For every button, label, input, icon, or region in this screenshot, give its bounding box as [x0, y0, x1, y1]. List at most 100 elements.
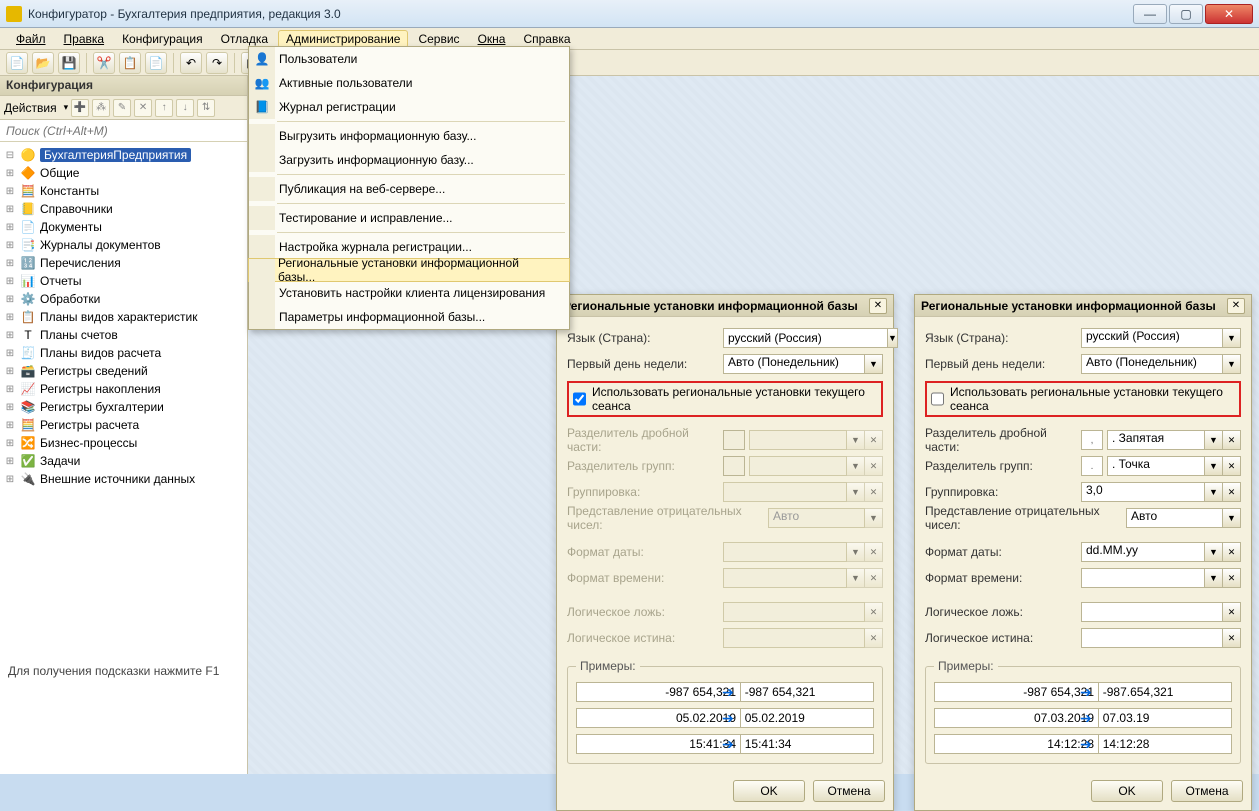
booltrue-field[interactable]: [1081, 628, 1223, 648]
tree-node[interactable]: ⊞✅Задачи: [2, 452, 245, 470]
tree-node[interactable]: ⊞📊Отчеты: [2, 272, 245, 290]
new-button[interactable]: 📄: [6, 52, 28, 74]
dropdown-icon[interactable]: ▼: [1205, 568, 1223, 588]
dropdown-icon[interactable]: ▼: [1205, 456, 1223, 476]
tree-node[interactable]: ⊞🗃️Регистры сведений: [2, 362, 245, 380]
cancel-button[interactable]: Отмена: [1171, 780, 1243, 802]
dropdown-icon[interactable]: ▼: [1205, 430, 1223, 450]
tree-node[interactable]: ⊞🔌Внешние источники данных: [2, 470, 245, 488]
dropdown-item[interactable]: Региональные установки информационной ба…: [248, 258, 570, 282]
menu-windows[interactable]: Окна: [470, 30, 514, 48]
sidebar-edit-icon[interactable]: ✎: [113, 99, 131, 117]
menu-configuration[interactable]: Конфигурация: [114, 30, 211, 48]
dropdown-item[interactable]: 👥Активные пользователи: [249, 71, 569, 95]
use-current-checkbox[interactable]: [931, 392, 944, 406]
close-button[interactable]: ✕: [1205, 4, 1253, 24]
clear-icon[interactable]: ✕: [1223, 628, 1241, 648]
dropdown-item[interactable]: Выгрузить информационную базу...: [249, 124, 569, 148]
dropdown-item[interactable]: 📘Журнал регистрации: [249, 95, 569, 119]
use-current-checkbox[interactable]: [573, 392, 586, 406]
sidebar-add-icon[interactable]: ➕: [71, 99, 89, 117]
sidebar-up-icon[interactable]: ↑: [155, 99, 173, 117]
open-button[interactable]: 📂: [32, 52, 54, 74]
tree-node[interactable]: ⊞🧮Регистры расчета: [2, 416, 245, 434]
dropdown-item[interactable]: Загрузить информационную базу...: [249, 148, 569, 172]
menu-debug[interactable]: Отладка: [213, 30, 276, 48]
dropdown-item[interactable]: Тестирование и исправление...: [249, 206, 569, 230]
lang-select[interactable]: русский (Россия): [1081, 328, 1223, 348]
tree-node[interactable]: ⊞🔢Перечисления: [2, 254, 245, 272]
tree-node[interactable]: ⊞ТПланы счетов: [2, 326, 245, 344]
use-current-checkbox-row[interactable]: Использовать региональные установки теку…: [567, 381, 883, 417]
lang-select[interactable]: [723, 328, 888, 348]
sidebar-delete-icon[interactable]: ✕: [134, 99, 152, 117]
minimize-button[interactable]: —: [1133, 4, 1167, 24]
clear-icon[interactable]: ✕: [1223, 430, 1241, 450]
dropdown-icon[interactable]: ▼: [1223, 354, 1241, 374]
firstday-select[interactable]: Авто (Понедельник): [723, 354, 865, 374]
grpsep-select[interactable]: . Точка: [1107, 456, 1205, 476]
tree-node[interactable]: ⊞🧾Планы видов расчета: [2, 344, 245, 362]
menu-help[interactable]: Справка: [515, 30, 578, 48]
menu-file[interactable]: Файл: [8, 30, 54, 48]
dropdown-icon[interactable]: ▼: [1223, 508, 1241, 528]
menu-service[interactable]: Сервис: [410, 30, 467, 48]
menu-administration[interactable]: Администрирование: [278, 30, 408, 48]
tree-node[interactable]: ⊞🧮Константы: [2, 182, 245, 200]
tree-node[interactable]: ⊞🔶Общие: [2, 164, 245, 182]
ex-date-in[interactable]: [576, 708, 741, 728]
dropdown-item[interactable]: Публикация на веб-сервере...: [249, 177, 569, 201]
dropdown-item[interactable]: 👤Пользователи: [249, 47, 569, 71]
tree-node[interactable]: ⊞📑Журналы документов: [2, 236, 245, 254]
ok-button[interactable]: OK: [733, 780, 805, 802]
tree-node[interactable]: ⊞📄Документы: [2, 218, 245, 236]
config-tree[interactable]: ⊟🟡 БухгалтерияПредприятия ⊞🔶Общие⊞🧮Конст…: [0, 142, 247, 774]
sidebar-wand-icon[interactable]: ⁂: [92, 99, 110, 117]
clear-icon[interactable]: ✕: [1223, 602, 1241, 622]
dropdown-icon[interactable]: ▼: [865, 354, 883, 374]
clear-icon[interactable]: ✕: [1223, 456, 1241, 476]
ok-button[interactable]: OK: [1091, 780, 1163, 802]
sidebar-sort-icon[interactable]: ⇅: [197, 99, 215, 117]
grouping-select[interactable]: 3,0: [1081, 482, 1205, 502]
cancel-button[interactable]: Отмена: [813, 780, 885, 802]
ex-time-in[interactable]: [934, 734, 1099, 754]
boolfalse-field[interactable]: [1081, 602, 1223, 622]
sidebar-down-icon[interactable]: ↓: [176, 99, 194, 117]
datefmt-select[interactable]: dd.MM.yy: [1081, 542, 1205, 562]
dropdown-item[interactable]: Установить настройки клиента лицензирова…: [249, 281, 569, 305]
sidebar-actions-label[interactable]: Действия: [4, 101, 57, 115]
tree-node[interactable]: ⊞⚙️Обработки: [2, 290, 245, 308]
ex-time-in[interactable]: [576, 734, 741, 754]
cut-button[interactable]: ✂️: [93, 52, 115, 74]
tree-node[interactable]: ⊞📋Планы видов характеристик: [2, 308, 245, 326]
copy-button[interactable]: 📋: [119, 52, 141, 74]
dropdown-item[interactable]: Параметры информационной базы...: [249, 305, 569, 329]
tree-node[interactable]: ⊞📚Регистры бухгалтерии: [2, 398, 245, 416]
decsep-select[interactable]: . Запятая: [1107, 430, 1205, 450]
tree-node[interactable]: ⊞📈Регистры накопления: [2, 380, 245, 398]
sidebar-search[interactable]: [0, 120, 247, 142]
paste-button[interactable]: 📄: [145, 52, 167, 74]
tree-root[interactable]: ⊟🟡 БухгалтерияПредприятия: [2, 146, 245, 164]
neg-select[interactable]: Авто: [1126, 508, 1223, 528]
timefmt-select[interactable]: [1081, 568, 1205, 588]
menu-edit[interactable]: Правка: [56, 30, 113, 48]
ex-num-in[interactable]: [576, 682, 741, 702]
undo-button[interactable]: ↶: [180, 52, 202, 74]
dialog-close-button[interactable]: ✕: [869, 298, 887, 314]
firstday-select[interactable]: Авто (Понедельник): [1081, 354, 1223, 374]
redo-button[interactable]: ↷: [206, 52, 228, 74]
ex-date-in[interactable]: [934, 708, 1099, 728]
dropdown-icon[interactable]: ▼: [888, 328, 898, 348]
use-current-checkbox-row[interactable]: Использовать региональные установки теку…: [925, 381, 1241, 417]
clear-icon[interactable]: ✕: [1223, 542, 1241, 562]
tree-node[interactable]: ⊞📒Справочники: [2, 200, 245, 218]
clear-icon[interactable]: ✕: [1223, 568, 1241, 588]
dropdown-icon[interactable]: ▼: [1205, 542, 1223, 562]
clear-icon[interactable]: ✕: [1223, 482, 1241, 502]
maximize-button[interactable]: ▢: [1169, 4, 1203, 24]
dropdown-icon[interactable]: ▼: [1205, 482, 1223, 502]
dialog-close-button[interactable]: ✕: [1227, 298, 1245, 314]
save-button[interactable]: 💾: [58, 52, 80, 74]
